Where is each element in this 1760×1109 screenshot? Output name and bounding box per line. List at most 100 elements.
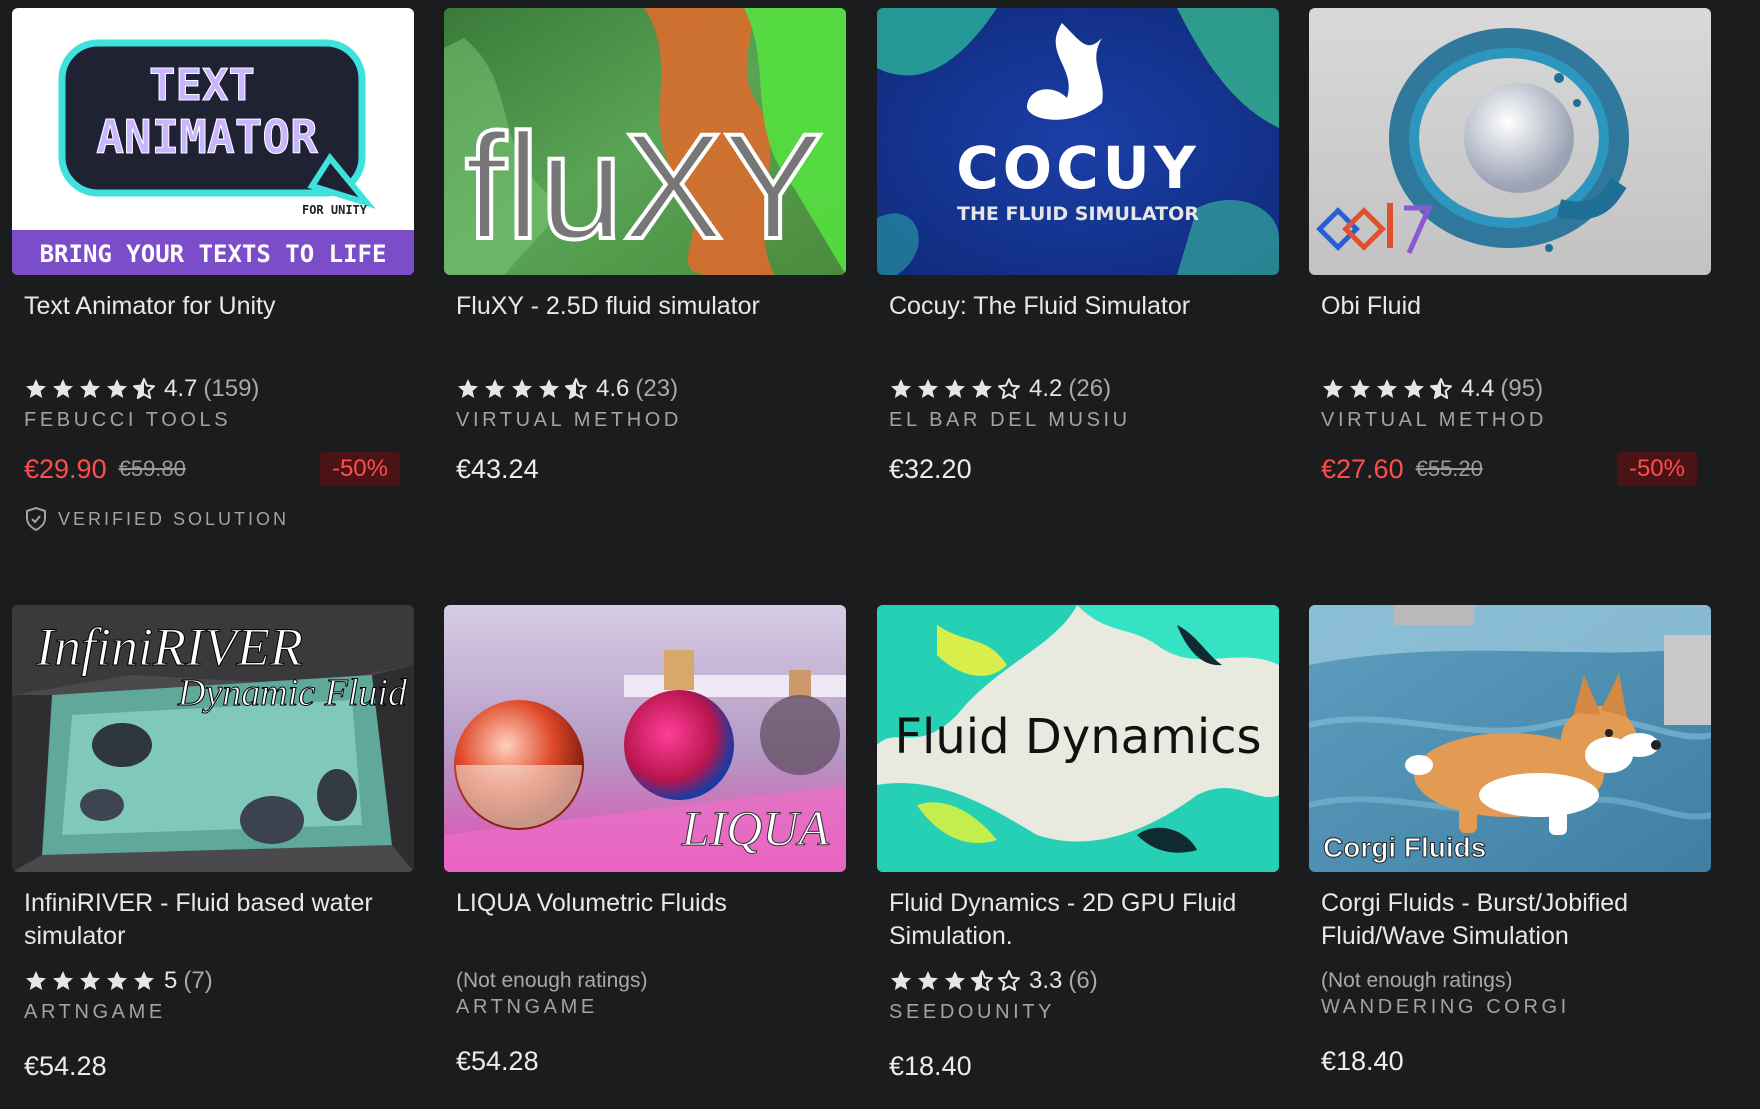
original-price: €55.20 bbox=[1415, 456, 1483, 481]
product-thumbnail[interactable]: LIQUA bbox=[444, 605, 846, 872]
star-full-icon bbox=[107, 379, 127, 398]
star-full-icon bbox=[918, 971, 938, 990]
price: €18.40 bbox=[889, 1050, 972, 1081]
price: €54.28 bbox=[24, 1050, 107, 1081]
rating-count: (159) bbox=[203, 375, 260, 402]
product-thumbnail[interactable]: COCUY THE FLUID SIMULATOR bbox=[877, 8, 1279, 275]
price-row: €54.28 bbox=[24, 1047, 400, 1085]
rating-score: 4.7 bbox=[164, 375, 198, 402]
product-card[interactable]: COCUY THE FLUID SIMULATOR Cocuy: The Flu… bbox=[877, 8, 1279, 484]
no-ratings-label: (Not enough ratings) bbox=[456, 969, 648, 992]
star-full-icon bbox=[80, 379, 100, 398]
text-animator-image: TEXT ANIMATOR FOR UNITY BRING YOUR TEXTS… bbox=[12, 8, 414, 275]
publisher-name[interactable]: ARTNGAME bbox=[24, 1001, 166, 1024]
svg-text:LIQUA: LIQUA bbox=[681, 800, 830, 856]
svg-text:fluXY: fluXY bbox=[465, 102, 824, 270]
price: €54.28 bbox=[456, 1045, 539, 1076]
no-ratings-label: (Not enough ratings) bbox=[1321, 969, 1513, 992]
product-title[interactable]: Fluid Dynamics - 2D GPU Fluid Simulation… bbox=[877, 887, 1279, 953]
rating-score: 4.4 bbox=[1461, 375, 1495, 402]
star-full-icon bbox=[1323, 379, 1343, 398]
product-card[interactable]: Obi Fluid 4.4 (95) VIRTUAL METHOD €27.60… bbox=[1309, 8, 1711, 486]
star-full-icon bbox=[891, 971, 911, 990]
rating: 4.7 (159) bbox=[24, 374, 259, 404]
product-card[interactable]: Corgi Fluids Corgi Fluids - Burst/Jobifi… bbox=[1309, 605, 1711, 1076]
star-empty-icon bbox=[998, 378, 1020, 399]
fluid-dynamics-image: Fluid Dynamics bbox=[877, 605, 1279, 872]
sale-price: €29.90 bbox=[24, 453, 107, 484]
publisher-name[interactable]: WANDERING CORGI bbox=[1321, 996, 1570, 1019]
star-empty-icon bbox=[998, 970, 1020, 991]
star-full-icon bbox=[26, 971, 46, 990]
publisher-name[interactable]: ARTNGAME bbox=[456, 996, 598, 1019]
rating-count: (7) bbox=[183, 967, 213, 994]
rating: 4.2 (26) bbox=[889, 374, 1111, 404]
star-full-icon bbox=[458, 379, 478, 398]
publisher-name[interactable]: VIRTUAL METHOD bbox=[1321, 409, 1547, 432]
rating-count: (26) bbox=[1068, 375, 1112, 402]
product-thumbnail[interactable]: TEXT ANIMATOR FOR UNITY BRING YOUR TEXTS… bbox=[12, 8, 414, 275]
svg-text:BRING YOUR TEXTS TO LIFE: BRING YOUR TEXTS TO LIFE bbox=[40, 240, 387, 268]
price-row: €54.28 bbox=[456, 1042, 832, 1080]
product-title[interactable]: Obi Fluid bbox=[1309, 290, 1711, 323]
fluxy-image: fluXY bbox=[444, 8, 846, 275]
svg-text:Dynamic Fluid: Dynamic Fluid bbox=[177, 672, 408, 714]
svg-text:ANIMATOR: ANIMATOR bbox=[96, 110, 318, 164]
product-thumbnail[interactable]: InfiniRIVER Dynamic Fluid bbox=[12, 605, 414, 872]
cocuy-image: COCUY THE FLUID SIMULATOR bbox=[877, 8, 1279, 275]
price-row: €18.40 bbox=[1321, 1042, 1697, 1080]
svg-text:InfiniRIVER: InfiniRIVER bbox=[35, 617, 303, 677]
svg-text:Fluid Dynamics: Fluid Dynamics bbox=[894, 709, 1261, 765]
product-card[interactable]: TEXT ANIMATOR FOR UNITY BRING YOUR TEXTS… bbox=[12, 8, 414, 532]
star-full-icon bbox=[945, 379, 965, 398]
rating-score: 5 bbox=[164, 967, 178, 994]
rating-count: (6) bbox=[1068, 967, 1098, 994]
product-thumbnail[interactable] bbox=[1309, 8, 1711, 275]
product-card[interactable]: LIQUA LIQUA Volumetric Fluids (Not enoug… bbox=[444, 605, 846, 1076]
product-title[interactable]: InfiniRIVER - Fluid based water simulato… bbox=[12, 887, 414, 953]
star-rating-icons bbox=[24, 969, 156, 993]
star-full-icon bbox=[1377, 379, 1397, 398]
product-card[interactable]: InfiniRIVER Dynamic Fluid InfiniRIVER - … bbox=[12, 605, 414, 1081]
star-full-icon bbox=[972, 379, 992, 398]
verified-label: VERIFIED SOLUTION bbox=[58, 508, 290, 529]
product-title[interactable]: Cocuy: The Fluid Simulator bbox=[877, 290, 1279, 323]
star-half-icon bbox=[133, 378, 155, 399]
product-title[interactable]: FluXY - 2.5D fluid simulator bbox=[444, 290, 846, 323]
obi-fluid-image bbox=[1309, 8, 1711, 275]
star-full-icon bbox=[918, 379, 938, 398]
corgi-fluids-image: Corgi Fluids bbox=[1309, 605, 1711, 872]
star-rating-icons bbox=[889, 377, 1021, 401]
price-row: €32.20 bbox=[889, 450, 1265, 488]
rating-score: 4.6 bbox=[596, 375, 630, 402]
product-thumbnail[interactable]: Fluid Dynamics bbox=[877, 605, 1279, 872]
product-title[interactable]: LIQUA Volumetric Fluids bbox=[444, 887, 846, 920]
rating: 3.3 (6) bbox=[889, 966, 1098, 996]
shield-check-icon bbox=[26, 506, 46, 532]
product-title[interactable]: Text Animator for Unity bbox=[12, 290, 414, 323]
publisher-name[interactable]: SEEDOUNITY bbox=[889, 1001, 1055, 1024]
rating-count: (95) bbox=[1500, 375, 1544, 402]
star-rating-icons bbox=[889, 969, 1021, 993]
product-card[interactable]: Fluid Dynamics Fluid Dynamics - 2D GPU F… bbox=[877, 605, 1279, 1081]
price: €43.24 bbox=[456, 453, 539, 484]
product-title[interactable]: Corgi Fluids - Burst/Jobified Fluid/Wave… bbox=[1309, 887, 1711, 953]
infiniriver-image: InfiniRIVER Dynamic Fluid bbox=[12, 605, 414, 872]
star-full-icon bbox=[945, 971, 965, 990]
price-row: €29.90 €59.80 -50% bbox=[24, 450, 400, 488]
star-half-icon bbox=[1430, 378, 1452, 399]
star-half-icon bbox=[971, 970, 993, 991]
product-card[interactable]: fluXY FluXY - 2.5D fluid simulator 4.6 (… bbox=[444, 8, 846, 484]
discount-badge: -50% bbox=[319, 452, 400, 486]
product-thumbnail[interactable]: Corgi Fluids bbox=[1309, 605, 1711, 872]
publisher-name[interactable]: VIRTUAL METHOD bbox=[456, 409, 682, 432]
price-row: €27.60 €55.20 -50% bbox=[1321, 450, 1697, 488]
svg-text:COCUY: COCUY bbox=[956, 134, 1200, 202]
publisher-name[interactable]: EL BAR DEL MUSIU bbox=[889, 409, 1131, 432]
publisher-name[interactable]: FEBUCCI TOOLS bbox=[24, 409, 231, 432]
product-grid: TEXT ANIMATOR FOR UNITY BRING YOUR TEXTS… bbox=[0, 0, 1760, 1109]
sale-price: €27.60 bbox=[1321, 453, 1404, 484]
price-row: €18.40 bbox=[889, 1047, 1265, 1085]
product-thumbnail[interactable]: fluXY bbox=[444, 8, 846, 275]
star-full-icon bbox=[53, 379, 73, 398]
